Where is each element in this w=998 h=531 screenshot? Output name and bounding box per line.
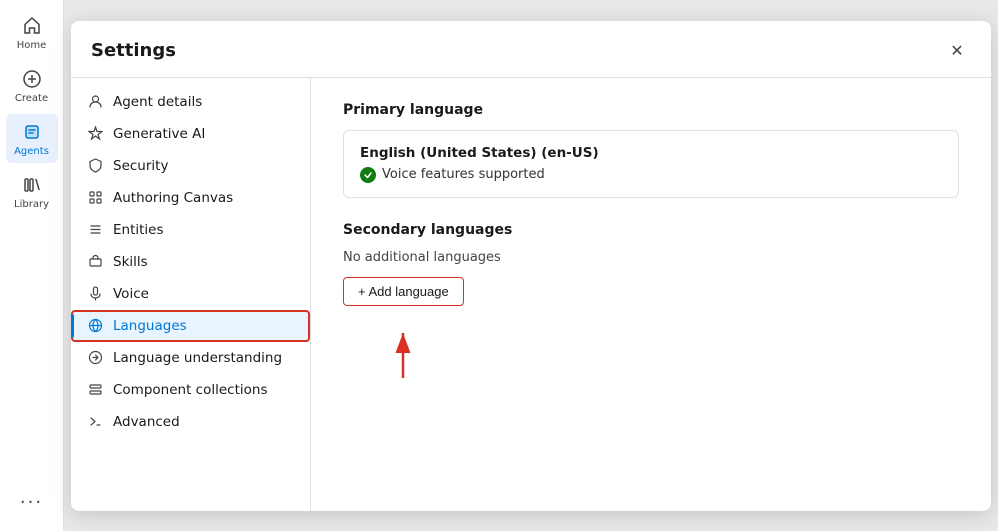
menu-label-agent-details: Agent details bbox=[113, 94, 202, 110]
security-icon bbox=[87, 158, 103, 174]
nav-label-create: Create bbox=[15, 93, 48, 104]
menu-item-languages[interactable]: Languages bbox=[71, 310, 310, 342]
menu-item-agent-details[interactable]: Agent details bbox=[71, 86, 310, 118]
menu-item-skills[interactable]: Skills bbox=[71, 246, 310, 278]
home-icon bbox=[20, 14, 44, 38]
secondary-language-section-title: Secondary languages bbox=[343, 222, 959, 238]
entities-icon bbox=[87, 222, 103, 238]
menu-label-generative-ai: Generative AI bbox=[113, 126, 205, 142]
menu-label-advanced: Advanced bbox=[113, 414, 180, 430]
more-dots-icon: ··· bbox=[20, 492, 43, 513]
menu-item-language-understanding[interactable]: Language understanding bbox=[71, 342, 310, 374]
nav-label-home: Home bbox=[17, 40, 47, 51]
nav-more[interactable]: ··· bbox=[6, 486, 58, 519]
skills-icon bbox=[87, 254, 103, 270]
advanced-icon bbox=[87, 414, 103, 430]
settings-body: Agent details Generative AI bbox=[71, 78, 991, 511]
languages-icon bbox=[87, 318, 103, 334]
primary-language-section-title: Primary language bbox=[343, 102, 959, 118]
language-understanding-icon bbox=[87, 350, 103, 366]
menu-item-security[interactable]: Security bbox=[71, 150, 310, 182]
settings-content: Primary language English (United States)… bbox=[311, 78, 991, 511]
menu-item-component-collections[interactable]: Component collections bbox=[71, 374, 310, 406]
menu-item-voice[interactable]: Voice bbox=[71, 278, 310, 310]
primary-language-name: English (United States) (en-US) bbox=[360, 145, 942, 161]
menu-label-languages: Languages bbox=[113, 318, 187, 334]
check-icon bbox=[360, 167, 376, 183]
agent-details-icon bbox=[87, 94, 103, 110]
voice-support-text: Voice features supported bbox=[382, 167, 545, 182]
menu-label-authoring-canvas: Authoring Canvas bbox=[113, 190, 233, 206]
component-collections-icon bbox=[87, 382, 103, 398]
library-icon bbox=[20, 173, 44, 197]
settings-title: Settings bbox=[91, 40, 176, 61]
settings-header: Settings ✕ bbox=[71, 21, 991, 78]
authoring-canvas-icon bbox=[87, 190, 103, 206]
no-languages-text: No additional languages bbox=[343, 250, 959, 265]
primary-language-card: English (United States) (en-US) Voice fe… bbox=[343, 130, 959, 198]
settings-sidebar: Agent details Generative AI bbox=[71, 78, 311, 511]
menu-label-entities: Entities bbox=[113, 222, 164, 238]
menu-item-advanced[interactable]: Advanced bbox=[71, 406, 310, 438]
nav-item-home[interactable]: Home bbox=[6, 8, 58, 57]
voice-icon bbox=[87, 286, 103, 302]
voice-support-indicator: Voice features supported bbox=[360, 167, 942, 183]
menu-label-language-understanding: Language understanding bbox=[113, 350, 282, 366]
nav-bar: Home Create Agents Library bbox=[0, 0, 64, 531]
add-language-container: + Add language bbox=[343, 277, 464, 306]
generative-ai-icon bbox=[87, 126, 103, 142]
nav-item-create[interactable]: Create bbox=[6, 61, 58, 110]
menu-item-authoring-canvas[interactable]: Authoring Canvas bbox=[71, 182, 310, 214]
nav-item-library[interactable]: Library bbox=[6, 167, 58, 216]
modal-overlay: Settings ✕ Agent details bbox=[64, 0, 998, 531]
close-button[interactable]: ✕ bbox=[943, 37, 971, 65]
nav-label-library: Library bbox=[14, 199, 49, 210]
agents-icon bbox=[20, 120, 44, 144]
annotation-arrow bbox=[363, 313, 443, 383]
menu-label-skills: Skills bbox=[113, 254, 148, 270]
menu-label-component-collections: Component collections bbox=[113, 382, 267, 398]
add-language-button[interactable]: + Add language bbox=[343, 277, 464, 306]
menu-item-entities[interactable]: Entities bbox=[71, 214, 310, 246]
create-icon bbox=[20, 67, 44, 91]
settings-panel: Settings ✕ Agent details bbox=[71, 21, 991, 511]
menu-item-generative-ai[interactable]: Generative AI bbox=[71, 118, 310, 150]
menu-label-security: Security bbox=[113, 158, 168, 174]
nav-label-agents: Agents bbox=[14, 146, 49, 157]
menu-label-voice: Voice bbox=[113, 286, 149, 302]
nav-item-agents[interactable]: Agents bbox=[6, 114, 58, 163]
